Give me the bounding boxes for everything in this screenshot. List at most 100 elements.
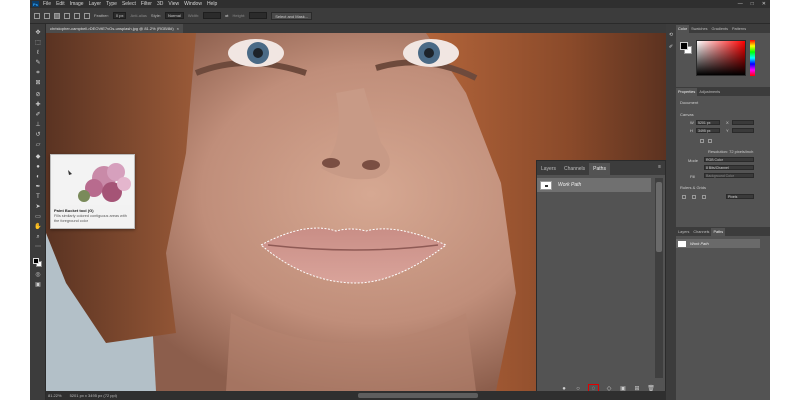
right-panels: Color Swatches Gradients Patterns Proper… (676, 24, 770, 400)
close-button[interactable]: ✕ (762, 1, 766, 7)
maximize-button[interactable]: □ (751, 1, 754, 7)
path-selection-icon[interactable]: ➤ (34, 204, 42, 211)
swap-icon[interactable]: ⇄ (225, 13, 228, 18)
menu-image[interactable]: Image (70, 1, 84, 7)
work-path-row[interactable]: Work Path (537, 178, 651, 192)
zoom-level[interactable]: 81.22% (48, 393, 62, 398)
pen-tool-icon[interactable]: ✒ (34, 184, 42, 191)
more-tools-icon[interactable]: ⋯ (34, 244, 42, 251)
tab-paths[interactable]: Paths (711, 228, 726, 236)
home-icon[interactable] (34, 12, 40, 19)
menu-help[interactable]: Help (207, 1, 217, 7)
screen-mode-icon[interactable]: ▣ (34, 282, 42, 289)
panel-menu-icon[interactable]: ≡ (658, 164, 661, 170)
foreground-swatch[interactable] (680, 42, 688, 50)
quick-mask-icon[interactable]: ◎ (34, 272, 42, 279)
tab-color[interactable]: Color (676, 25, 690, 33)
tab-paths[interactable]: Paths (589, 163, 610, 175)
select-and-mask-button[interactable]: Select and Mask... (271, 11, 313, 20)
clone-stamp-icon[interactable]: ⊥ (34, 122, 42, 129)
canvas-width-input[interactable]: 5201 px (696, 120, 720, 125)
bit-depth-select[interactable]: 8 Bits/Channel (704, 165, 754, 170)
zoom-tool-icon[interactable]: ⌕ (34, 234, 42, 241)
lower-work-path-row[interactable]: Work Path (676, 239, 760, 248)
style-select[interactable]: Normal (164, 12, 184, 19)
tab-swatches[interactable]: Swatches (689, 25, 709, 33)
document-size: 5201 px x 3495 px (72 ppi) (69, 393, 117, 398)
canvas-height-input[interactable]: 3495 px (696, 128, 720, 133)
add-selection-icon[interactable] (64, 12, 70, 19)
guides-icon[interactable] (702, 195, 706, 199)
mode-label: Mode (688, 158, 699, 163)
marquee-tool-icon[interactable] (44, 12, 50, 19)
fill-select[interactable]: Background Color (704, 173, 754, 178)
menu-type[interactable]: Type (106, 1, 117, 7)
document-tab[interactable]: christopher-campbell-rDEOVtE7vOs-unsplas… (46, 24, 184, 33)
width-input[interactable] (203, 12, 222, 19)
marquee-tool-icon[interactable]: ⬚ (34, 40, 42, 47)
intersect-selection-icon[interactable] (84, 12, 90, 19)
shape-tool-icon[interactable]: ▭ (34, 214, 42, 221)
menu-window[interactable]: Window (184, 1, 202, 7)
orientation-landscape-icon[interactable] (708, 139, 712, 143)
tab-layers[interactable]: Layers (676, 228, 691, 236)
history-brush-icon[interactable]: ↺ (34, 132, 42, 139)
blur-tool-icon[interactable]: ● (34, 164, 42, 171)
tab-channels[interactable]: Channels (560, 163, 589, 175)
brush-tool-icon[interactable]: ✐ (34, 112, 42, 119)
foreground-color-swatch[interactable] (33, 258, 39, 264)
paths-scroll-thumb[interactable] (656, 182, 662, 252)
type-tool-icon[interactable]: T (34, 194, 42, 201)
tab-patterns[interactable]: Patterns (730, 25, 748, 33)
tab-properties[interactable]: Properties (676, 88, 698, 96)
subtract-selection-icon[interactable] (74, 12, 80, 19)
brush-panel-icon[interactable]: ✐ (668, 44, 674, 50)
frame-tool-icon[interactable]: ⊠ (34, 80, 42, 87)
options-bar: Feather: 0 px Anti-alias Style: Normal W… (30, 8, 770, 24)
horizontal-scroll-thumb[interactable] (358, 393, 478, 398)
menu-edit[interactable]: Edit (56, 1, 65, 7)
lasso-tool-icon[interactable]: ℓ (34, 50, 42, 57)
resolution-label: Resolution: 72 pixels/inch (708, 149, 754, 154)
menu-3d[interactable]: 3D (157, 1, 163, 7)
minimize-button[interactable]: — (738, 1, 743, 7)
ruler-icon[interactable] (682, 195, 686, 199)
height-input[interactable] (249, 12, 268, 19)
menu-file[interactable]: File (43, 1, 51, 7)
grid-icon[interactable] (692, 195, 696, 199)
new-selection-icon[interactable] (54, 12, 60, 19)
photoshop-logo: Ps (32, 1, 39, 7)
antialias-checkbox[interactable]: Anti-alias (130, 13, 146, 18)
canvas-y-input[interactable] (732, 128, 754, 133)
history-panel-icon[interactable]: ⟲ (668, 32, 674, 38)
move-tool-icon[interactable]: ✥ (34, 30, 42, 37)
hand-tool-icon[interactable]: ✋ (34, 224, 42, 231)
tab-gradients[interactable]: Gradients (710, 25, 730, 33)
tool-tooltip: Paint Bucket tool (G) Fills similarly co… (50, 154, 135, 229)
eraser-tool-icon[interactable]: ▱ (34, 142, 42, 149)
crop-tool-icon[interactable]: ⌗ (34, 70, 42, 77)
canvas-x-input[interactable] (732, 120, 754, 125)
paths-scrollbar[interactable] (655, 178, 663, 378)
eyedropper-tool-icon[interactable]: ⊘ (34, 92, 42, 99)
feather-input[interactable]: 0 px (112, 12, 127, 19)
healing-brush-icon[interactable]: ✚ (34, 102, 42, 109)
menu-select[interactable]: Select (122, 1, 136, 7)
tab-layers[interactable]: Layers (537, 163, 560, 175)
orientation-portrait-icon[interactable] (700, 139, 704, 143)
y-label: Y (726, 128, 729, 133)
close-tab-icon[interactable]: × (177, 24, 179, 33)
units-select[interactable]: Pixels (726, 194, 754, 199)
feather-label: Feather: (94, 13, 109, 18)
color-picker-field[interactable] (696, 40, 746, 76)
paint-bucket-icon[interactable]: ◆ (34, 154, 42, 161)
tab-adjustments[interactable]: Adjustments (697, 88, 722, 96)
menu-layer[interactable]: Layer (89, 1, 102, 7)
dodge-tool-icon[interactable]: ◐ (34, 174, 42, 181)
hue-slider[interactable] (750, 40, 755, 76)
menu-filter[interactable]: Filter (141, 1, 152, 7)
quick-select-tool-icon[interactable]: ✎ (34, 60, 42, 67)
tab-channels[interactable]: Channels (691, 228, 711, 236)
mode-select[interactable]: RGB Color (704, 157, 754, 162)
menu-view[interactable]: View (168, 1, 179, 7)
